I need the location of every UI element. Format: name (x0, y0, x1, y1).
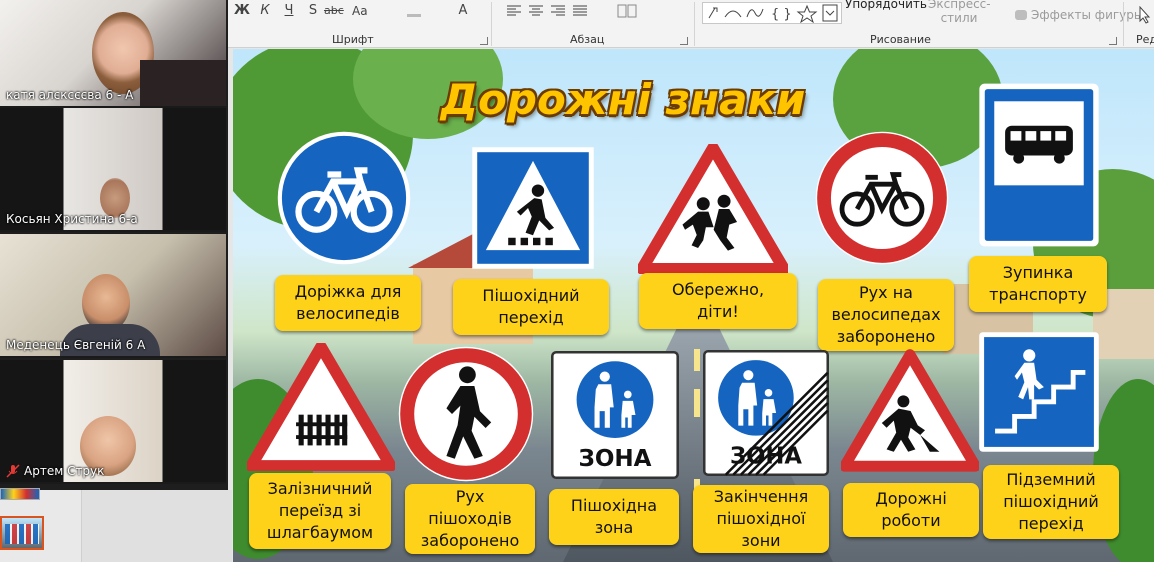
pedestrian-zone-sign-text: ЗОНА (578, 446, 651, 472)
align-left-icon (507, 5, 521, 16)
slide-title: Дорожні знаки (440, 75, 806, 124)
sign-label: Дорожні роботи (843, 483, 979, 537)
justify-button[interactable] (572, 2, 588, 20)
thumbnail-pane-background (82, 490, 232, 562)
arrange-button[interactable]: Упорядочить (845, 0, 927, 11)
bus-stop-sign-icon (978, 82, 1100, 248)
pedestrian-zone-sign-icon: ЗОНА (551, 350, 679, 480)
underline-button[interactable]: Ч (282, 2, 296, 20)
sign-label: Підземний пішохідний перехід (983, 465, 1119, 539)
columns-icon (617, 4, 637, 18)
sign-label: Рух на велосипедах заборонено (818, 279, 954, 351)
sign-label: Закінчення пішохідної зони (693, 485, 829, 553)
editing-group: Ред (1126, 0, 1154, 48)
strikethrough-button[interactable]: abc (324, 2, 344, 20)
font-color-button[interactable]: A (456, 2, 470, 20)
participants-panel: катя алєксєєва 6 - А Косьян Христина 6-а… (0, 0, 228, 490)
align-left-button[interactable] (506, 2, 522, 20)
shapes-gallery-icon: { } (708, 4, 838, 24)
participant-tile[interactable]: Меденець Євгеній 6 А (0, 234, 226, 358)
align-right-icon (551, 5, 565, 16)
participant-tile[interactable]: катя алєксєєва 6 - А (0, 0, 226, 108)
separator (694, 2, 695, 46)
no-pedestrians-sign-icon (396, 344, 536, 484)
separator (1123, 2, 1124, 46)
slide-thumbnail[interactable] (0, 488, 40, 500)
participant-name: катя алєксєєва 6 - А (6, 88, 134, 102)
sign-label: Обережно, діти! (639, 273, 797, 329)
slide[interactable]: Дорожні знаки Доріжка для велосипедів Пі… (233, 49, 1154, 562)
participant-tile[interactable]: Артем Струк (0, 360, 226, 484)
participant-name: Косьян Христина 6-а (6, 212, 138, 226)
italic-button[interactable]: К (258, 2, 272, 20)
ribbon: Ж К Ч S abc Aa A Шрифт Абзац {} Упорядо… (228, 0, 1154, 48)
participant-name: Артем Струк (24, 464, 105, 478)
font-dialog-launcher[interactable] (480, 37, 488, 45)
lane-marking (694, 389, 700, 417)
sign-label: Доріжка для велосипедів (275, 275, 421, 331)
font-group: Ж К Ч S abc Aa A Шрифт (228, 0, 490, 48)
bold-button[interactable]: Ж (234, 2, 250, 20)
participant-name: Меденець Євгеній 6 А (6, 338, 146, 352)
drawing-dialog-launcher[interactable] (1109, 37, 1117, 45)
slide-thumbnails (0, 488, 82, 562)
underground-crossing-sign-icon (978, 330, 1100, 454)
lane-marking (694, 349, 700, 371)
change-case-button[interactable]: Aa (352, 2, 368, 20)
paragraph-group-label: Абзац (570, 33, 605, 46)
editing-group-label: Ред (1136, 33, 1154, 46)
sign-label: Пішохідна зона (549, 489, 679, 545)
no-bicycles-sign-icon (813, 129, 951, 267)
paragraph-dialog-launcher[interactable] (680, 37, 688, 45)
align-center-icon (529, 5, 543, 16)
highlight-button[interactable] (404, 2, 424, 20)
shapes-gallery[interactable]: { } (702, 2, 842, 24)
sign-label: Зупинка транспорту (969, 256, 1107, 312)
railway-crossing-sign-icon (247, 343, 395, 471)
participant-tile[interactable]: Косьян Христина 6-а (0, 108, 226, 232)
sign-label: Пішохідний перехід (453, 279, 609, 335)
participant-video-bg (140, 60, 226, 106)
drawing-group-label: Рисование (870, 33, 931, 46)
end-pedestrian-zone-sign-icon: ЗОНА (703, 350, 829, 476)
shadow-button[interactable]: S (306, 2, 320, 20)
slide-thumbnail-selected[interactable] (0, 516, 44, 550)
quick-styles-button[interactable]: Экспресс- стили (928, 0, 991, 25)
children-warning-sign-icon (638, 144, 788, 274)
slide-thumbnail-signs (5, 524, 39, 544)
shape-effects-icon (1015, 10, 1027, 20)
columns-button[interactable] (616, 2, 638, 20)
select-cursor-icon[interactable] (1138, 6, 1152, 24)
font-group-label: Шрифт (332, 33, 374, 46)
highlight-icon (407, 14, 421, 17)
sign-label: Залізничний переїзд зі шлагбаумом (249, 473, 391, 549)
pedestrian-crossing-sign-icon (471, 146, 595, 270)
justify-icon (573, 5, 587, 16)
road-works-sign-icon (841, 349, 979, 473)
align-center-button[interactable] (528, 2, 544, 20)
muted-mic-icon (6, 464, 20, 478)
svg-text:{ }: { } (771, 7, 792, 22)
align-right-button[interactable] (550, 2, 566, 20)
bicycle-lane-sign-icon (275, 129, 413, 267)
drawing-group: { } Упорядочить Экспресс- стили Эффекты … (698, 0, 1143, 48)
paragraph-group: Абзац (492, 0, 688, 48)
sign-label: Рух пішоходів заборонено (405, 484, 535, 554)
